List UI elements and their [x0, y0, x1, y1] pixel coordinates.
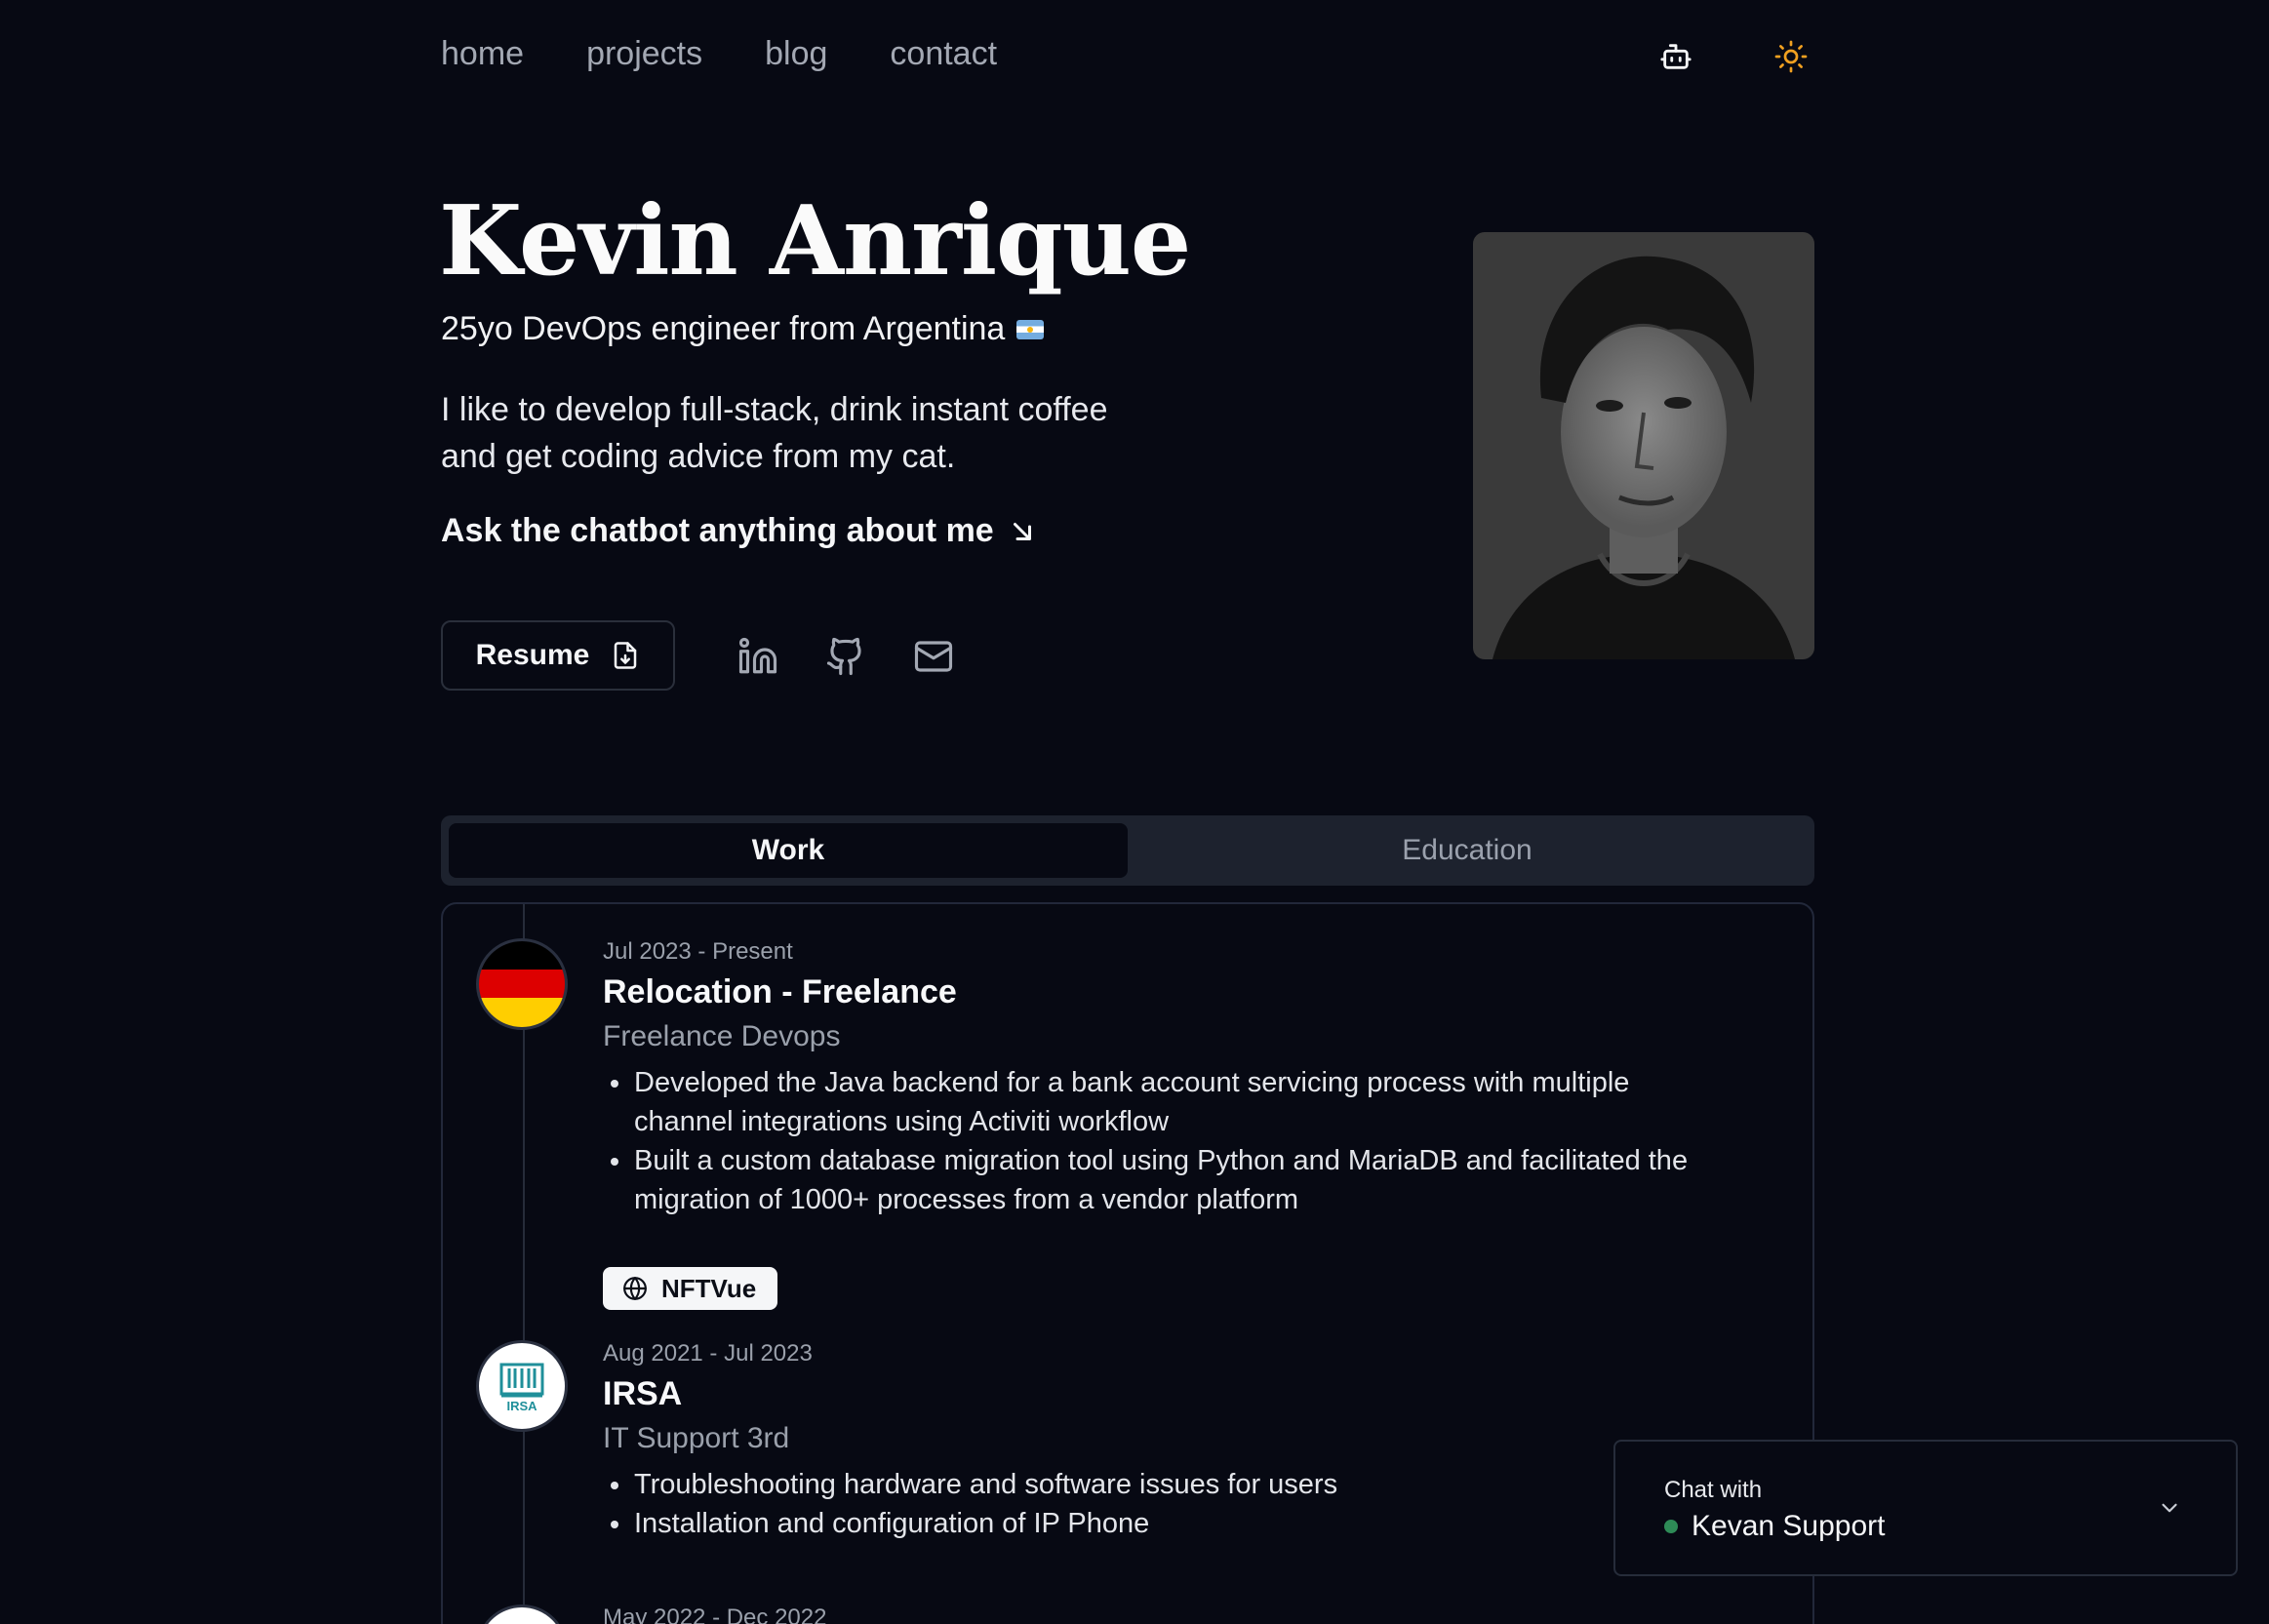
work-timeline: Jul 2023 - Present Relocation - Freelanc… — [441, 902, 1814, 1624]
chevron-down-icon — [2162, 1503, 2177, 1513]
github-icon — [826, 637, 861, 676]
nav-icons — [1652, 33, 1814, 80]
globe-icon — [623, 1277, 647, 1300]
top-nav: home projects blog contact — [441, 29, 1814, 84]
chat-label: Chat with — [1664, 1477, 1763, 1503]
entry-bullet: Developed the Java backend for a bank ac… — [603, 1063, 1695, 1141]
github-link[interactable] — [821, 632, 870, 681]
irsa-logo: IRSA — [476, 1340, 568, 1432]
entry-title: IRSA — [603, 1375, 683, 1412]
entry-role: IT Support 3rd — [603, 1422, 790, 1454]
entry-bullet: Troubleshooting hardware and software is… — [603, 1465, 1695, 1504]
hero-subtitle-text: 25yo DevOps engineer from Argentina — [441, 310, 1006, 347]
page: home projects blog contact Kevin Anrique… — [0, 0, 2269, 1624]
entry-date: Jul 2023 - Present — [603, 938, 793, 965]
experience-tabs: Work Education — [441, 815, 1814, 886]
linkedin-icon — [738, 637, 777, 674]
irsa-logo-mark: IRSA — [499, 1363, 544, 1413]
mail-icon — [914, 641, 953, 672]
entry-date: May 2022 - Dec 2022 — [603, 1604, 827, 1624]
tab-work[interactable]: Work — [449, 823, 1128, 878]
theme-toggle-button[interactable] — [1768, 33, 1814, 80]
chat-agent: Kevan Support — [1664, 1510, 1885, 1543]
hero-name: Kevin Anrique — [439, 185, 1191, 297]
project-link-badge[interactable]: NFTVue — [603, 1267, 778, 1310]
resume-label: Resume — [475, 639, 590, 671]
svg-text:IRSA: IRSA — [506, 1399, 537, 1413]
germany-flag-logo — [476, 938, 568, 1030]
entry-date: Aug 2021 - Jul 2023 — [603, 1340, 813, 1367]
chat-widget[interactable]: Chat with Kevan Support — [1613, 1440, 2238, 1576]
online-status-dot — [1664, 1520, 1678, 1533]
tab-education[interactable]: Education — [1128, 823, 1807, 878]
entry-bullets: Troubleshooting hardware and software is… — [603, 1465, 1695, 1543]
robot-icon — [1660, 44, 1692, 69]
chatbot-button[interactable] — [1652, 33, 1699, 80]
profile-portrait-image — [1473, 232, 1814, 659]
argentina-flag-icon — [1016, 319, 1045, 339]
resume-button[interactable]: Resume — [441, 620, 675, 691]
file-download-icon — [615, 642, 637, 669]
project-link-label: NFTVue — [661, 1273, 757, 1303]
company-logo — [476, 1604, 568, 1624]
arrow-down-right-icon — [1013, 522, 1031, 540]
entry-bullet: Installation and configuration of IP Pho… — [603, 1504, 1695, 1543]
email-link[interactable] — [909, 632, 958, 681]
social-links — [734, 632, 958, 681]
hero-subtitle: 25yo DevOps engineer from Argentina — [441, 310, 1045, 348]
entry-bullets: Developed the Java backend for a bank ac… — [603, 1063, 1695, 1219]
entry-role: Freelance Devops — [603, 1020, 841, 1052]
chat-agent-name: Kevan Support — [1692, 1510, 1886, 1542]
entry-title: Relocation - Freelance — [603, 973, 957, 1010]
nav-link-home[interactable]: home — [441, 35, 524, 73]
nav-link-blog[interactable]: blog — [765, 35, 827, 73]
nav-links: home projects blog contact — [441, 35, 997, 73]
nav-link-projects[interactable]: projects — [586, 35, 702, 73]
chatbot-cta-label: Ask the chatbot anything about me — [441, 512, 994, 549]
nav-link-contact[interactable]: contact — [890, 35, 997, 73]
chatbot-cta-link[interactable]: Ask the chatbot anything about me — [441, 512, 1037, 550]
linkedin-link[interactable] — [734, 632, 782, 681]
chat-expand-toggle[interactable] — [2152, 1490, 2187, 1525]
sun-icon — [1774, 40, 1808, 73]
profile-photo — [1473, 232, 1814, 659]
hero-bio: I like to develop full-stack, drink inst… — [441, 391, 1108, 475]
entry-bullet: Built a custom database migration tool u… — [603, 1141, 1695, 1219]
